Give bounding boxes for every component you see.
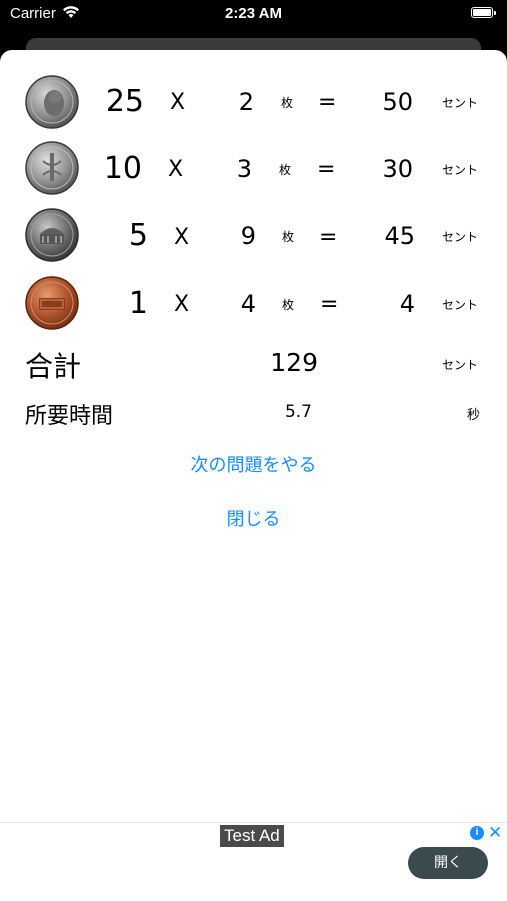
coin-result-penny: 4 <box>399 290 415 318</box>
coin-count-nickel: 9 <box>240 222 256 250</box>
total-unit: セント <box>442 358 479 372</box>
ad-info-icon[interactable]: i <box>470 826 484 840</box>
multiply-sign: X <box>174 292 190 317</box>
elapsed-time-unit: 秒 <box>467 408 481 423</box>
nickel-coin-icon <box>25 208 79 262</box>
elapsed-time-label: 所要時間 <box>25 404 114 429</box>
ad-banner[interactable]: Test Ad i ✕ 開く <box>0 822 507 901</box>
result-unit: セント <box>442 298 479 312</box>
next-question-button[interactable]: 次の問題をやる <box>0 451 507 477</box>
coin-count-penny: 4 <box>240 290 256 318</box>
ad-open-button[interactable]: 開く <box>408 847 488 879</box>
ad-close-icon[interactable]: ✕ <box>488 823 502 843</box>
coin-value-nickel: 5 <box>128 218 148 253</box>
equals-sign: = <box>319 225 338 250</box>
battery-icon <box>471 7 496 18</box>
equals-sign: = <box>320 292 339 317</box>
coin-value-penny: 1 <box>128 286 148 321</box>
total-label: 合計 <box>25 350 82 383</box>
count-unit: 枚 <box>281 96 294 110</box>
count-unit: 枚 <box>282 230 295 244</box>
multiply-sign: X <box>168 157 184 182</box>
result-unit: セント <box>442 163 479 177</box>
status-bar: Carrier 2:23 AM <box>0 0 507 30</box>
count-unit: 枚 <box>282 298 295 312</box>
equals-sign: = <box>317 157 336 182</box>
multiply-sign: X <box>174 225 190 250</box>
coin-value-quarter: 25 <box>105 84 144 119</box>
ad-label: Test Ad <box>220 825 284 847</box>
result-unit: セント <box>442 230 479 244</box>
coin-result-nickel: 45 <box>384 222 415 250</box>
close-button[interactable]: 閉じる <box>0 505 507 531</box>
coin-value-dime: 10 <box>103 151 142 186</box>
coin-result-quarter: 50 <box>382 88 413 116</box>
coin-count-quarter: 2 <box>238 88 254 116</box>
dime-coin-icon <box>25 141 79 195</box>
multiply-sign: X <box>170 90 186 115</box>
status-time: 2:23 AM <box>225 5 282 22</box>
total-value: 129 <box>270 348 318 377</box>
count-unit: 枚 <box>279 163 292 177</box>
coin-result-dime: 30 <box>382 155 413 183</box>
result-unit: セント <box>442 96 479 110</box>
quarter-coin-icon <box>25 75 79 129</box>
equals-sign: = <box>318 90 337 115</box>
penny-coin-icon <box>25 276 79 330</box>
elapsed-time-value: 5.7 <box>284 402 312 422</box>
coin-count-dime: 3 <box>236 155 252 183</box>
